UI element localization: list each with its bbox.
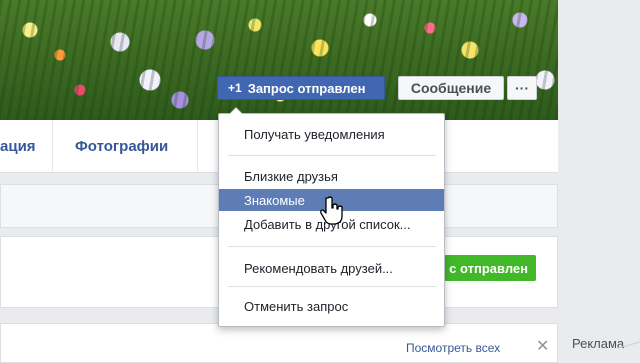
message-button[interactable]: Сообщение <box>398 76 504 100</box>
see-all-link[interactable]: Посмотреть всех <box>406 341 500 355</box>
friend-request-label: Запрос отправлен <box>247 80 366 96</box>
friend-request-sent-button[interactable]: +1 Запрос отправлен <box>217 76 385 100</box>
right-sidebar <box>558 120 640 360</box>
menu-item-get-notifications[interactable]: Получать уведомления <box>219 123 444 145</box>
menu-divider <box>228 155 436 156</box>
cover-photo <box>0 0 558 120</box>
menu-divider <box>228 286 436 287</box>
tab-information[interactable]: ация <box>0 138 36 155</box>
tab-divider <box>197 120 198 172</box>
menu-item-close-friends[interactable]: Близкие друзья <box>219 165 444 187</box>
menu-item-cancel-request[interactable]: Отменить запрос <box>219 295 444 317</box>
more-options-button[interactable]: ··· <box>507 76 537 100</box>
ads-divider <box>618 341 640 349</box>
menu-divider <box>228 246 436 247</box>
tab-photos[interactable]: Фотографии <box>75 138 168 155</box>
tab-divider <box>52 120 53 172</box>
menu-item-suggest-friends[interactable]: Рекомендовать друзей... <box>219 257 444 279</box>
close-icon[interactable]: ✕ <box>536 336 549 356</box>
ads-heading: Реклама <box>572 336 625 351</box>
hand-cursor-icon <box>320 196 343 225</box>
add-friend-icon: +1 <box>228 81 242 95</box>
